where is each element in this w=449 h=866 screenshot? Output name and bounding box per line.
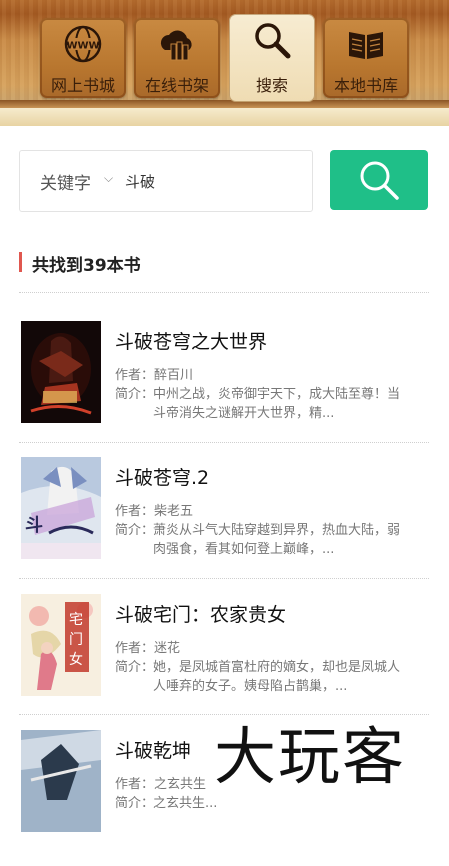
author-name: 醉百川 — [154, 368, 194, 383]
search-type-select[interactable]: 关键字 — [40, 169, 91, 194]
search-icon — [360, 161, 399, 200]
book-author: 作者：迷花 — [115, 637, 180, 656]
tab-online-shelf[interactable]: 在线书架 — [134, 18, 220, 98]
author-name: 之玄共生 — [154, 777, 207, 792]
book-cover[interactable]: 斗 — [21, 457, 101, 559]
intro-key: 简介： — [115, 796, 155, 811]
book-title[interactable]: 斗破苍穹.2 — [115, 463, 209, 490]
intro-key: 简介： — [115, 523, 155, 538]
shelf-edge — [0, 100, 449, 108]
search-input[interactable]: 关键字 ⌵ 斗破 — [19, 150, 313, 212]
divider — [19, 442, 429, 443]
svg-text:女: 女 — [69, 651, 83, 668]
author-key: 作者： — [115, 368, 155, 383]
author-name: 迷花 — [154, 641, 181, 656]
author-key: 作者： — [115, 777, 155, 792]
author-key: 作者： — [115, 641, 155, 656]
tab-label: 在线书架 — [144, 76, 209, 95]
book-author: 作者：之玄共生 — [115, 773, 206, 792]
svg-text:门: 门 — [69, 632, 83, 648]
book-item[interactable]: 斗破苍穹之大世界 作者：醉百川 简介： 中州之战，炎帝御宇天下，成大陆至尊！当斗… — [0, 321, 449, 457]
tab-label: 本地书库 — [333, 76, 398, 95]
section-marker — [19, 252, 22, 272]
book-title[interactable]: 斗破宅门：农家贵女 — [115, 600, 286, 627]
intro-text: 萧炎从斗气大陆穿越到异界，热血大陆，弱肉强食，看其如何登上巅峰，... — [153, 523, 401, 557]
intro-key: 简介： — [115, 660, 155, 675]
top-tab-bar: WWW 网上书城 在线书架 搜索 本地书库 — [0, 0, 449, 126]
intro-text: 她，是凤城首富杜府的嫡女，却也是凤城人人唾弃的女子。姨母陷占鹊巢，... — [153, 660, 401, 694]
book-title[interactable]: 斗破乾坤 — [115, 736, 191, 763]
globe-www-icon: WWW — [64, 25, 102, 63]
intro-key: 简介： — [115, 387, 155, 402]
result-count: 共找到39本书 — [32, 256, 141, 276]
book-cover[interactable] — [21, 321, 101, 423]
author-name: 柴老五 — [154, 504, 194, 519]
svg-text:宅: 宅 — [69, 612, 83, 628]
intro-text: 中州之战，炎帝御宇天下，成大陆至尊！当斗帝消失之谜解开大世界，精... — [153, 387, 401, 421]
book-cover[interactable] — [21, 730, 101, 832]
search-button[interactable] — [330, 150, 428, 210]
tab-label: 搜索 — [255, 76, 288, 95]
tab-search[interactable]: 搜索 — [229, 14, 315, 102]
divider — [19, 292, 429, 293]
intro-text: 之玄共生... — [153, 796, 218, 811]
book-item[interactable]: 斗 斗破苍穹.2 作者：柴老五 简介： 萧炎从斗气大陆穿越到异界，热血大陆，弱肉… — [0, 457, 449, 593]
tab-label: 网上书城 — [50, 76, 115, 95]
book-title[interactable]: 斗破苍穹之大世界 — [115, 327, 267, 354]
watermark: 大玩客 — [214, 720, 407, 793]
tab-online-bookstore[interactable]: WWW 网上书城 — [40, 18, 126, 98]
svg-text:斗: 斗 — [25, 515, 43, 536]
cloud-books-icon — [160, 30, 192, 61]
author-key: 作者： — [115, 504, 155, 519]
shelf-front — [0, 108, 449, 126]
magnifier-icon — [255, 23, 291, 59]
svg-text:WWW: WWW — [66, 41, 99, 52]
tab-local-library[interactable]: 本地书库 — [323, 18, 409, 98]
book-author: 作者：醉百川 — [115, 364, 193, 383]
book-cover[interactable]: 宅 门 女 — [21, 594, 101, 696]
book-author: 作者：柴老五 — [115, 500, 193, 519]
open-book-icon — [349, 32, 383, 59]
divider — [19, 578, 429, 579]
search-query[interactable]: 斗破 — [125, 171, 155, 192]
chevron-down-icon[interactable]: ⌵ — [104, 171, 113, 186]
